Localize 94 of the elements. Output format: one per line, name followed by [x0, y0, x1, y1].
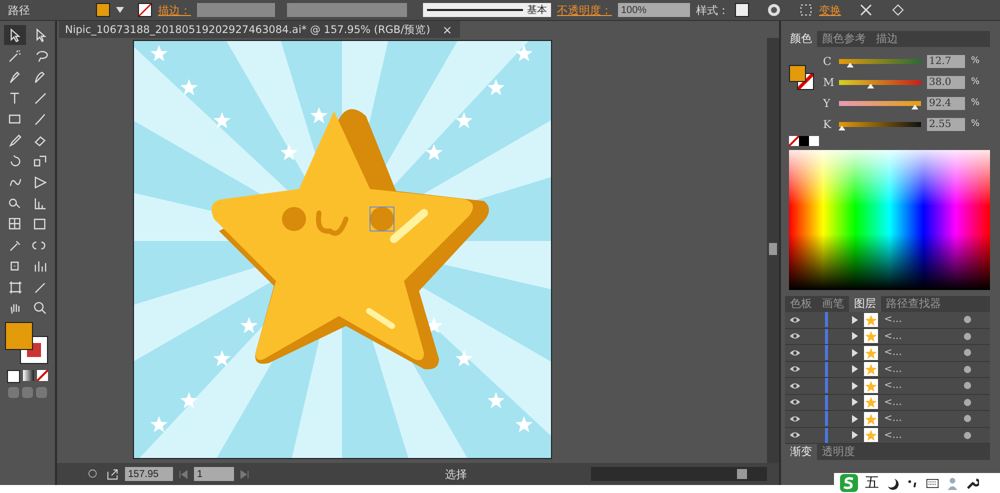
panel-tab[interactable]: 路径查找器: [881, 296, 946, 312]
panel-tab[interactable]: 色板: [785, 296, 817, 312]
stroke-weight-field[interactable]: [197, 3, 275, 17]
star-thumbnail-icon: [864, 346, 878, 360]
moon-icon[interactable]: [886, 476, 899, 490]
input-mode-label[interactable]: 五: [865, 474, 879, 492]
percent-label: %: [971, 77, 980, 87]
layer-row[interactable]: <...: [785, 362, 990, 378]
style-label: 样式：: [696, 2, 729, 18]
close-icon[interactable]: ×: [442, 22, 452, 36]
document-tab[interactable]: Nipic_10673188_20180519202927463084.ai* @ 157.95% (RGB/预览) ×: [59, 21, 460, 38]
vertical-scrollbar[interactable]: [767, 38, 779, 463]
eye-icon[interactable]: [789, 398, 801, 406]
layer-name: <...: [884, 347, 903, 358]
panel-tab[interactable]: 描边: [871, 31, 903, 47]
layer-row[interactable]: <...: [785, 378, 990, 394]
channel-label: C: [823, 54, 832, 68]
star-thumbnail-icon: [864, 329, 878, 344]
isolate-icon[interactable]: [891, 3, 905, 17]
stroke-style-dropdown[interactable]: 基本: [423, 3, 551, 17]
percent-label: %: [971, 119, 980, 129]
layer-name: <...: [884, 430, 903, 441]
layer-name: <...: [884, 396, 903, 408]
star-thumbnail-icon: [864, 412, 878, 426]
layer-row[interactable]: <...: [785, 394, 990, 411]
percent-label: %: [971, 98, 980, 108]
channel-value-field[interactable]: 92.4: [927, 96, 965, 110]
panel-tab[interactable]: 图层: [849, 296, 881, 312]
eye-icon[interactable]: [789, 365, 801, 374]
color-mode-icon[interactable]: [7, 370, 20, 383]
none-mode-icon[interactable]: [37, 370, 48, 381]
slider-thumb[interactable]: [911, 104, 918, 110]
percent-label: %: [971, 56, 980, 66]
selection-tool-icon[interactable]: [4, 25, 26, 45]
recolor-icon[interactable]: [767, 3, 781, 17]
layer-row[interactable]: <...: [785, 411, 990, 428]
layer-row[interactable]: <...: [785, 345, 990, 362]
slider-thumb[interactable]: [838, 126, 846, 130]
channel-value-field[interactable]: 12.7: [927, 54, 965, 68]
input-method-logo-icon[interactable]: [840, 474, 858, 492]
eye-icon[interactable]: [789, 382, 801, 390]
star-thumbnail-icon: [864, 395, 878, 410]
gradient-mode-icon[interactable]: [23, 370, 34, 381]
current-tool-label: 选择: [445, 466, 468, 482]
stroke-swatch[interactable]: [138, 3, 152, 17]
layer-name: <...: [884, 314, 903, 326]
star-thumbnail-icon: [864, 378, 878, 393]
color-spectrum[interactable]: [789, 150, 990, 290]
channel-value-field[interactable]: 2.55: [927, 118, 965, 130]
layer-name: <...: [884, 330, 903, 342]
panel-tab[interactable]: 透明度: [817, 444, 860, 460]
stroke-link[interactable]: 描边：: [158, 2, 191, 18]
panel-tab[interactable]: 颜色: [785, 31, 817, 47]
caret-icon[interactable]: [116, 7, 124, 13]
layer-name: <...: [884, 380, 903, 392]
channel-label: M: [823, 76, 833, 88]
default-swatch[interactable]: [809, 136, 819, 146]
star-thumbnail-icon: [864, 428, 878, 442]
transform-icon[interactable]: [859, 3, 873, 17]
star-thumbnail-icon: [864, 312, 878, 327]
layer-name: <...: [884, 364, 903, 375]
eye-icon[interactable]: [789, 348, 801, 357]
fill-swatch[interactable]: [96, 3, 110, 17]
channel-label: Y: [823, 96, 832, 110]
star-thumbnail-icon: [864, 362, 878, 376]
layer-row[interactable]: <...: [785, 328, 990, 345]
horizontal-scrollbar[interactable]: [591, 467, 767, 481]
eye-icon[interactable]: [789, 431, 801, 440]
eye-icon[interactable]: [789, 414, 801, 423]
opacity-link[interactable]: 不透明度：: [557, 2, 612, 18]
keyboard-icon[interactable]: [926, 476, 939, 490]
panel-tab[interactable]: 颜色参考: [817, 31, 871, 47]
channel-value-field[interactable]: 38.0: [927, 76, 965, 88]
eye-icon[interactable]: [789, 332, 801, 340]
slider-thumb[interactable]: [867, 84, 874, 88]
panel-tab[interactable]: 画笔: [817, 296, 849, 312]
transform-link[interactable]: 变换: [819, 2, 841, 18]
layer-row[interactable]: <...: [785, 312, 990, 328]
layer-name: <...: [884, 413, 903, 424]
style-swatch[interactable]: [735, 3, 749, 17]
panel-tab[interactable]: 渐变: [785, 444, 817, 460]
artboard-field[interactable]: 1: [194, 467, 234, 481]
export-icon[interactable]: [106, 468, 119, 480]
align-icon[interactable]: [799, 3, 813, 17]
object-type-label: 路径: [8, 2, 30, 18]
fill-stroke-indicator[interactable]: [4, 322, 50, 366]
wrench-icon[interactable]: [966, 476, 979, 490]
none-swatch[interactable]: [789, 136, 799, 146]
channel-label: K: [823, 118, 832, 130]
opacity-field[interactable]: 100%: [618, 3, 690, 17]
eye-icon[interactable]: [789, 316, 801, 324]
zoom-field[interactable]: 157.95: [125, 467, 173, 481]
default-swatch[interactable]: [799, 136, 809, 146]
slider-thumb[interactable]: [846, 62, 854, 68]
